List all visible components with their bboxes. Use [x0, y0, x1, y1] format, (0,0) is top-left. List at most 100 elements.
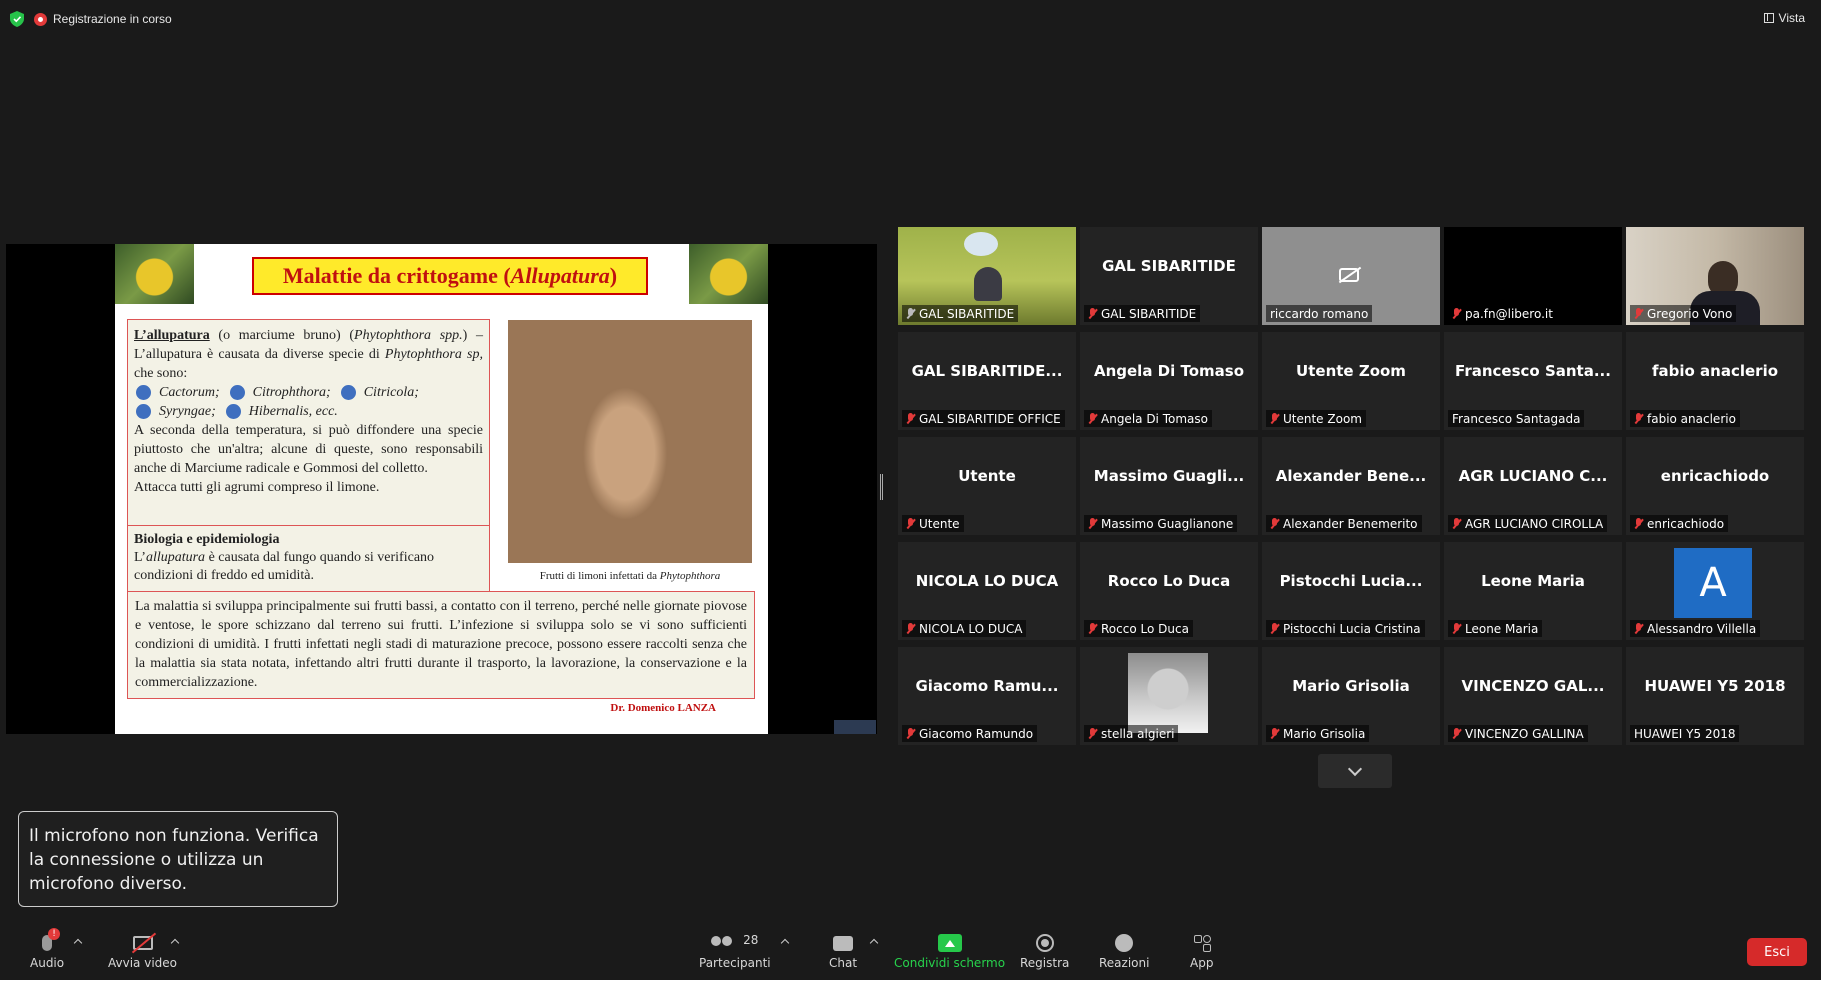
- participant-tile[interactable]: stella algieri: [1080, 647, 1258, 745]
- participant-tile[interactable]: riccardo romano: [1262, 227, 1440, 325]
- participant-display-name: AGR LUCIANO C...: [1458, 467, 1608, 485]
- participant-name-text: NICOLA LO DUCA: [919, 621, 1023, 636]
- participant-tile[interactable]: fabio anaclerio fabio anaclerio: [1626, 332, 1804, 430]
- shared-screen[interactable]: Malattie da crittogame (Allupatura) L’al…: [6, 244, 877, 734]
- share-screen-button[interactable]: Condividi schermo: [894, 930, 1005, 970]
- participant-tile[interactable]: enricachiodo enricachiodo: [1626, 437, 1804, 535]
- mic-muted-icon: [1634, 413, 1643, 424]
- participant-name-text: Massimo Guaglianone: [1101, 516, 1234, 531]
- participant-tile[interactable]: GAL SIBARITIDE: [898, 227, 1076, 325]
- chevron-down-icon: [1347, 761, 1363, 776]
- participant-name-label: Utente Zoom: [1266, 410, 1366, 427]
- bullet-dot-icon: [340, 385, 356, 400]
- species-item: Syryngae;: [159, 404, 216, 419]
- participant-tile[interactable]: pa.fn@libero.it: [1444, 227, 1622, 325]
- chat-button[interactable]: Chat: [829, 930, 857, 970]
- mic-muted-icon: [1088, 308, 1097, 319]
- participant-name-text: Mario Grisolia: [1283, 726, 1366, 741]
- participant-name-label: VINCENZO GALLINA: [1448, 725, 1588, 742]
- record-label: Registra: [1020, 956, 1070, 970]
- reactions-button[interactable]: Reazioni: [1099, 930, 1149, 970]
- species-item: Hibernalis, ecc.: [248, 404, 338, 419]
- mic-muted-icon: [906, 413, 915, 424]
- view-label: Vista: [1778, 11, 1805, 25]
- mic-muted-icon: [1452, 623, 1461, 634]
- recording-indicator[interactable]: Registrazione in corso: [34, 12, 172, 26]
- audio-options-caret-icon[interactable]: [73, 938, 83, 948]
- participant-tile[interactable]: Giacomo Ramu... Giacomo Ramundo: [898, 647, 1076, 745]
- top-status-bar: Registrazione in corso: [10, 11, 172, 27]
- participant-tile[interactable]: Utente Zoom Utente Zoom: [1262, 332, 1440, 430]
- zoom-meeting-window: Registrazione in corso Vista Malattie da…: [0, 0, 1821, 983]
- view-layout-icon: [1763, 13, 1774, 23]
- participant-name-label: Giacomo Ramundo: [902, 725, 1038, 742]
- photo-caption: Frutti di limoni infettati da Phytophtho…: [508, 570, 752, 582]
- participant-tile[interactable]: Gregorio Vono: [1626, 227, 1804, 325]
- participant-display-name: Massimo Guagli...: [1093, 467, 1245, 485]
- recording-label: Registrazione in corso: [53, 12, 172, 26]
- mic-muted-icon: [906, 623, 915, 634]
- participant-tile[interactable]: Mario Grisolia Mario Grisolia: [1262, 647, 1440, 745]
- slide-text-italic: Phytophthora spp.: [354, 328, 463, 343]
- participant-tile[interactable]: AGR LUCIANO C... AGR LUCIANO CIROLLA: [1444, 437, 1622, 535]
- slide-text: che sono:: [134, 366, 188, 381]
- participant-tile[interactable]: Francesco Santa... Francesco Santagada: [1444, 332, 1622, 430]
- participant-name-label: Massimo Guaglianone: [1084, 515, 1238, 532]
- bullet-dot-icon: [229, 385, 245, 400]
- participant-tile[interactable]: VINCENZO GAL... VINCENZO GALLINA: [1444, 647, 1622, 745]
- resize-handle[interactable]: [880, 474, 883, 500]
- species-item: Cactorum;: [159, 385, 220, 400]
- participant-tile[interactable]: Alexander Bene... Alexander Benemerito: [1262, 437, 1440, 535]
- start-video-button[interactable]: Avvia video: [108, 930, 177, 970]
- participant-name-text: AGR LUCIANO CIROLLA: [1465, 516, 1604, 531]
- participant-tile[interactable]: HUAWEI Y5 2018 HUAWEI Y5 2018: [1626, 647, 1804, 745]
- participant-tile[interactable]: Angela Di Tomaso Angela Di Tomaso: [1080, 332, 1258, 430]
- participants-button[interactable]: 28 Partecipanti: [699, 930, 771, 970]
- participant-tile[interactable]: Massimo Guagli... Massimo Guaglianone: [1080, 437, 1258, 535]
- species-item: Citricola;: [363, 385, 419, 400]
- participant-display-name: GAL SIBARITIDE: [1102, 257, 1236, 275]
- participant-tile[interactable]: Pistocchi Lucia... Pistocchi Lucia Cristi…: [1262, 542, 1440, 640]
- participant-name-text: Pistocchi Lucia Cristina: [1283, 621, 1421, 636]
- gallery-next-page-button[interactable]: [1318, 754, 1392, 788]
- participants-icon: [711, 936, 735, 950]
- participant-name-label: Leone Maria: [1448, 620, 1543, 637]
- participant-name-label: GAL SIBARITIDE OFFICE: [902, 410, 1065, 427]
- participant-display-name: Alexander Bene...: [1275, 467, 1427, 485]
- record-button[interactable]: Registra: [1020, 930, 1069, 970]
- participant-tile[interactable]: A Alessandro Villella: [1626, 542, 1804, 640]
- slide-title-end: ): [609, 263, 618, 288]
- microphone-warning-toast: Il microfono non funziona. Verifica la c…: [18, 811, 338, 907]
- participant-tile[interactable]: NICOLA LO DUCA NICOLA LO DUCA: [898, 542, 1076, 640]
- participant-display-name: Angela Di Tomaso: [1093, 362, 1245, 380]
- participant-tile[interactable]: GAL SIBARITIDE GAL SIBARITIDE: [1080, 227, 1258, 325]
- participant-gallery: GAL SIBARITIDE GAL SIBARITIDE GAL SIBARITI…: [898, 227, 1810, 747]
- participant-name-text: enricachiodo: [1647, 516, 1725, 531]
- participant-tile[interactable]: Rocco Lo Duca Rocco Lo Duca: [1080, 542, 1258, 640]
- participant-tile[interactable]: Leone Maria Leone Maria: [1444, 542, 1622, 640]
- participant-name-label: Rocco Lo Duca: [1084, 620, 1193, 637]
- mic-muted-icon: [1452, 728, 1461, 739]
- slide-heading-allupatura: L’allupatura: [134, 328, 210, 343]
- participant-name-label: GAL SIBARITIDE: [1084, 305, 1201, 322]
- infected-lemon-photo: [508, 320, 752, 563]
- recording-dot-icon: [34, 12, 47, 26]
- security-shield-icon[interactable]: [10, 11, 24, 27]
- participant-name-text: Alexander Benemerito: [1283, 516, 1418, 531]
- participant-tile[interactable]: GAL SIBARITIDE... GAL SIBARITIDE OFFICE: [898, 332, 1076, 430]
- chat-options-caret-icon[interactable]: [869, 938, 879, 948]
- participant-tile[interactable]: Utente Utente: [898, 437, 1076, 535]
- view-button[interactable]: Vista: [1763, 11, 1805, 25]
- participant-name-text: fabio anaclerio: [1647, 411, 1736, 426]
- participants-options-caret-icon[interactable]: [780, 938, 790, 948]
- caption-italic: Phytophthora: [659, 570, 721, 582]
- audio-button[interactable]: ! Audio: [30, 928, 64, 970]
- apps-label: App: [1190, 956, 1214, 970]
- apps-button[interactable]: App: [1190, 930, 1213, 970]
- participant-name-label: Utente: [902, 515, 964, 532]
- participant-name-text: Utente Zoom: [1283, 411, 1362, 426]
- camera-off-icon: [1339, 268, 1359, 282]
- leave-meeting-button[interactable]: Esci: [1747, 938, 1807, 966]
- mic-muted-icon: [1088, 413, 1097, 424]
- mic-muted-icon: [1634, 623, 1643, 634]
